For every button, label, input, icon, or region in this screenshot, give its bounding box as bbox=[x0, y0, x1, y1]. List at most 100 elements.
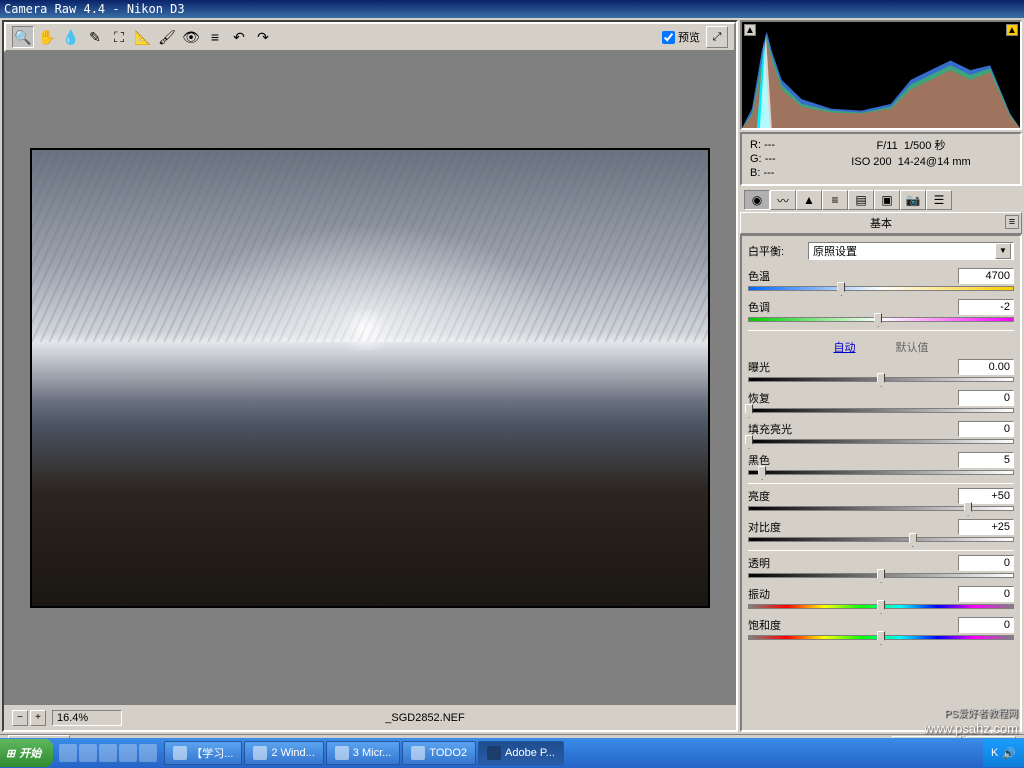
ql-icon[interactable] bbox=[139, 744, 157, 762]
windows-logo-icon: ⊞ bbox=[6, 747, 15, 760]
preview-label: 预览 bbox=[678, 29, 700, 45]
task-button[interactable]: Adobe P... bbox=[478, 741, 564, 765]
exposure-value[interactable]: 0.00 bbox=[958, 359, 1014, 375]
recovery-value[interactable]: 0 bbox=[958, 390, 1014, 406]
tint-value[interactable]: -2 bbox=[958, 299, 1014, 315]
brightness-value[interactable]: +50 bbox=[958, 488, 1014, 504]
rotate-ccw-icon[interactable]: ↶ bbox=[228, 26, 250, 48]
redeye-tool-icon[interactable]: 👁 bbox=[180, 26, 202, 48]
tray-icon[interactable]: K bbox=[991, 747, 998, 759]
preview-image[interactable] bbox=[30, 148, 710, 608]
histogram: ▲ ▲ bbox=[740, 20, 1022, 130]
brightness-label: 亮度 bbox=[748, 488, 770, 504]
exposure-slider[interactable] bbox=[748, 377, 1014, 382]
tab-basic[interactable]: ◉ bbox=[744, 190, 770, 210]
blacks-label: 黑色 bbox=[748, 452, 770, 468]
tint-label: 色调 bbox=[748, 299, 770, 315]
clarity-value[interactable]: 0 bbox=[958, 555, 1014, 571]
watermark-top: PS爱好者教程网 bbox=[945, 705, 1018, 720]
app-icon bbox=[411, 746, 425, 760]
tab-split[interactable]: ▤ bbox=[848, 190, 874, 210]
ql-icon[interactable] bbox=[79, 744, 97, 762]
default-link[interactable]: 默认值 bbox=[896, 339, 929, 355]
task-button[interactable]: TODO2 bbox=[402, 741, 476, 765]
tray-icon[interactable]: 🔊 bbox=[1002, 747, 1016, 760]
panel-title: 基本 ≡ bbox=[740, 212, 1022, 234]
preview-footer: − + 16.4% _SGD2852.NEF bbox=[4, 704, 736, 730]
recovery-label: 恢复 bbox=[748, 390, 770, 406]
taskbar: ⊞ 开始 【学习... 2 Wind... 3 Micr... TODO2 Ad… bbox=[0, 738, 1024, 768]
ql-icon[interactable] bbox=[99, 744, 117, 762]
app-icon bbox=[253, 746, 267, 760]
wb-label: 白平衡: bbox=[748, 243, 808, 259]
contrast-label: 对比度 bbox=[748, 519, 781, 535]
saturation-slider[interactable] bbox=[748, 635, 1014, 640]
retouch-tool-icon[interactable]: 🖌 bbox=[156, 26, 178, 48]
quick-launch bbox=[53, 744, 163, 762]
info-readout: R: --- G: --- B: --- F/11 1/500 秒 ISO 20… bbox=[740, 132, 1022, 186]
system-tray[interactable]: K 🔊 bbox=[983, 739, 1024, 767]
exposure-label: 曝光 bbox=[748, 359, 770, 375]
tab-lens[interactable]: ▣ bbox=[874, 190, 900, 210]
tab-detail[interactable]: ▲ bbox=[796, 190, 822, 210]
color-sampler-icon[interactable]: ✎ bbox=[84, 26, 106, 48]
task-button[interactable]: 【学习... bbox=[164, 741, 242, 765]
ql-icon[interactable] bbox=[59, 744, 77, 762]
temp-label: 色温 bbox=[748, 268, 770, 284]
start-button[interactable]: ⊞ 开始 bbox=[0, 739, 53, 767]
wb-select[interactable]: 原照设置 bbox=[808, 242, 1014, 260]
task-button[interactable]: 2 Wind... bbox=[244, 741, 323, 765]
settings-body: 白平衡: 原照设置 色温 4700 色调 -2 自动 bbox=[740, 234, 1022, 732]
crop-tool-icon[interactable]: ⛶ bbox=[108, 26, 130, 48]
filename-label: _SGD2852.NEF bbox=[385, 712, 464, 724]
straighten-tool-icon[interactable]: 📐 bbox=[132, 26, 154, 48]
vibrance-label: 振动 bbox=[748, 586, 770, 602]
tint-slider[interactable] bbox=[748, 317, 1014, 322]
task-button[interactable]: 3 Micr... bbox=[326, 741, 401, 765]
toolbar: 🔍 ✋ 💧 ✎ ⛶ 📐 🖌 👁 ≡ ↶ ↷ 预览 ⤢ bbox=[4, 22, 736, 52]
eyedropper-icon[interactable]: 💧 bbox=[60, 26, 82, 48]
tab-hsl[interactable]: ≡ bbox=[822, 190, 848, 210]
saturation-value[interactable]: 0 bbox=[958, 617, 1014, 633]
rotate-cw-icon[interactable]: ↷ bbox=[252, 26, 274, 48]
zoom-out-button[interactable]: − bbox=[12, 710, 28, 726]
watermark: www.psahz.com bbox=[924, 721, 1018, 736]
fill-value[interactable]: 0 bbox=[958, 421, 1014, 437]
zoom-tool-icon[interactable]: 🔍 bbox=[12, 26, 34, 48]
blacks-slider[interactable] bbox=[748, 470, 1014, 475]
fill-slider[interactable] bbox=[748, 439, 1014, 444]
adjustment-tabs: ◉ 〰 ▲ ≡ ▤ ▣ 📷 ☰ bbox=[740, 188, 1022, 212]
ql-icon[interactable] bbox=[119, 744, 137, 762]
tab-presets[interactable]: ☰ bbox=[926, 190, 952, 210]
highlight-clip-icon[interactable]: ▲ bbox=[1006, 24, 1018, 36]
panel-menu-icon[interactable]: ≡ bbox=[1005, 215, 1019, 229]
tab-curve[interactable]: 〰 bbox=[770, 190, 796, 210]
tab-camera[interactable]: 📷 bbox=[900, 190, 926, 210]
preview-panel: 🔍 ✋ 💧 ✎ ⛶ 📐 🖌 👁 ≡ ↶ ↷ 预览 ⤢ − bbox=[2, 20, 738, 732]
app-icon bbox=[487, 746, 501, 760]
preview-zone bbox=[4, 52, 736, 704]
brightness-slider[interactable] bbox=[748, 506, 1014, 511]
saturation-label: 饱和度 bbox=[748, 617, 781, 633]
recovery-slider[interactable] bbox=[748, 408, 1014, 413]
preview-checkbox[interactable] bbox=[662, 31, 675, 44]
shadow-clip-icon[interactable]: ▲ bbox=[744, 24, 756, 36]
vibrance-slider[interactable] bbox=[748, 604, 1014, 609]
preview-toggle[interactable]: 预览 bbox=[662, 29, 700, 45]
zoom-in-button[interactable]: + bbox=[30, 710, 46, 726]
contrast-value[interactable]: +25 bbox=[958, 519, 1014, 535]
blacks-value[interactable]: 5 bbox=[958, 452, 1014, 468]
hand-tool-icon[interactable]: ✋ bbox=[36, 26, 58, 48]
contrast-slider[interactable] bbox=[748, 537, 1014, 542]
vibrance-value[interactable]: 0 bbox=[958, 586, 1014, 602]
adjustments-panel: ▲ ▲ R: --- G: --- B: --- F/11 1/500 秒 IS… bbox=[740, 20, 1022, 732]
fullscreen-icon[interactable]: ⤢ bbox=[706, 26, 728, 48]
zoom-value[interactable]: 16.4% bbox=[52, 710, 122, 726]
prefs-icon[interactable]: ≡ bbox=[204, 26, 226, 48]
clarity-slider[interactable] bbox=[748, 573, 1014, 578]
titlebar: Camera Raw 4.4 - Nikon D3 bbox=[0, 0, 1024, 18]
temp-slider[interactable] bbox=[748, 286, 1014, 291]
temp-value[interactable]: 4700 bbox=[958, 268, 1014, 284]
app-icon bbox=[173, 746, 187, 760]
auto-link[interactable]: 自动 bbox=[834, 339, 856, 355]
